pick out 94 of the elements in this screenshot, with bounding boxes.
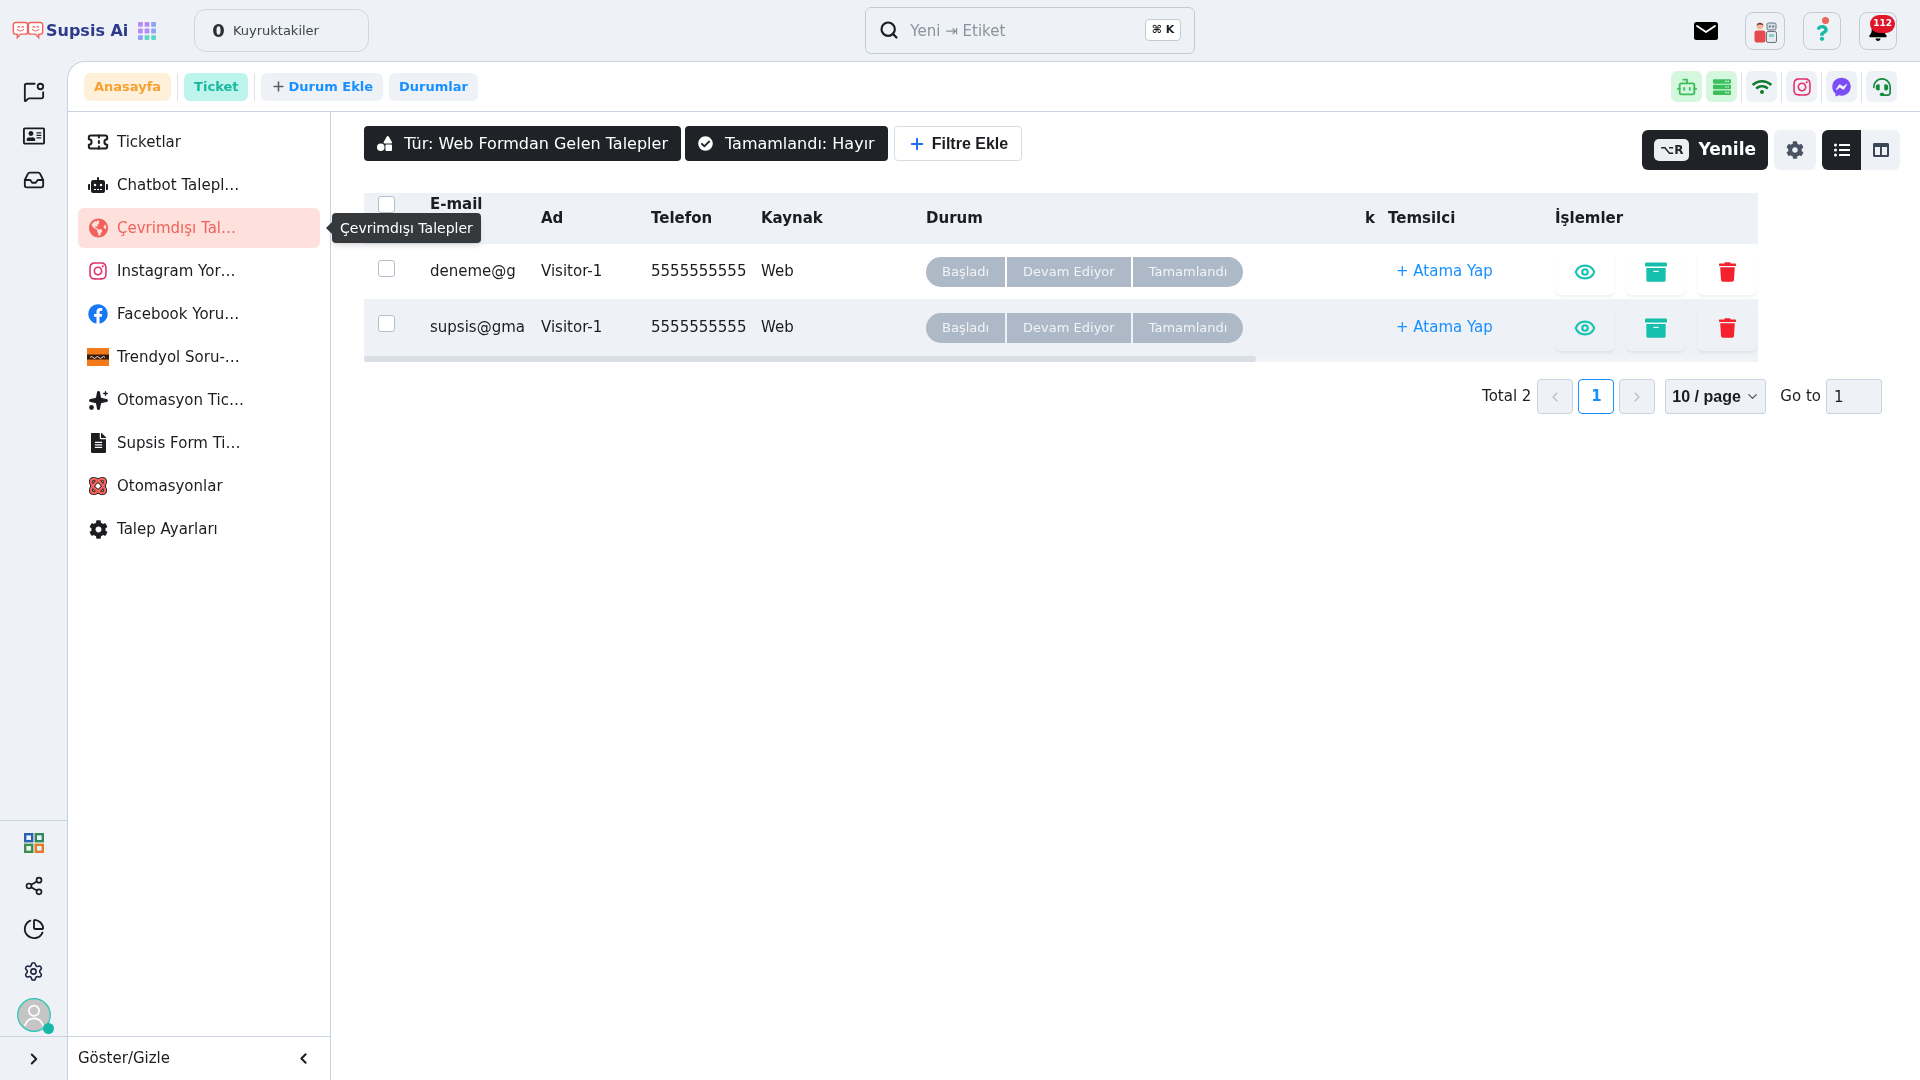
headset-icon [1872, 77, 1891, 96]
go-to-label: Go to [1780, 386, 1821, 408]
add-filter-button[interactable]: Filtre Ekle [893, 126, 1023, 161]
document-icon [90, 433, 106, 453]
table-cell-text: Visitor-1 [541, 261, 603, 283]
trash-icon [1718, 317, 1736, 338]
table-cell-text: 5555555555 [651, 261, 747, 283]
scrollbar-track[interactable] [364, 356, 1758, 362]
chat-bubble-icon[interactable] [22, 81, 45, 103]
sidebar-item[interactable]: Chatbot Talepl… [78, 165, 320, 205]
list-icon [1833, 142, 1850, 158]
channel-button[interactable] [1746, 71, 1777, 102]
table-cell-text: Web [761, 317, 794, 339]
channel-button[interactable] [1671, 71, 1702, 102]
trash-icon [1718, 261, 1736, 282]
channel-button[interactable] [1866, 71, 1897, 102]
column-header: Ad [541, 210, 564, 227]
share-icon[interactable] [23, 875, 44, 896]
messenger-icon [1832, 76, 1851, 97]
go-to-input[interactable]: 1 [1826, 379, 1882, 414]
sidebar-item[interactable]: Supsis Form Ti… [78, 423, 320, 463]
column-header: Telefon [651, 210, 713, 227]
brand-name: Supsis Ai [46, 19, 129, 42]
column-header: Durum [926, 210, 983, 227]
plus-icon [271, 79, 287, 94]
user-avatar-icon[interactable] [16, 997, 51, 1032]
app-grid-icon[interactable] [138, 21, 157, 40]
agents-button[interactable] [1745, 11, 1785, 50]
filter-chip[interactable]: Tamamlandı: Hayır [684, 126, 888, 161]
page-size-select[interactable]: 10 / page [1665, 379, 1767, 414]
scrollbar-thumb[interactable] [364, 356, 1257, 362]
sidebar-item[interactable]: Instagram Yor… [78, 251, 320, 291]
instagram-icon [1792, 76, 1811, 97]
show-hide-toggle[interactable]: Göster/Gizle [68, 1036, 330, 1080]
sidebar-item[interactable]: Otomasyon Tic… [78, 380, 320, 420]
inbox-icon[interactable] [22, 169, 45, 191]
checkbox[interactable] [378, 260, 395, 277]
question-mark-icon [1816, 24, 1828, 41]
archive-box-icon [1645, 260, 1667, 283]
shortcut-key: ⌥R [1654, 139, 1690, 161]
checkbox[interactable] [378, 196, 395, 213]
settings-icon [1786, 141, 1804, 159]
chat-bubbles-logo-icon [12, 19, 44, 42]
sidebar-item[interactable]: Talep Ayarları [78, 509, 320, 549]
column-header: k [1365, 210, 1375, 227]
sidebar-item[interactable]: Facebook Yoru… [78, 294, 320, 334]
sidebar-item[interactable]: Trendyol Soru-… [78, 337, 320, 377]
channel-button[interactable] [1706, 71, 1737, 102]
settings-icon [88, 519, 108, 539]
globe-icon [88, 218, 108, 238]
help-button[interactable] [1803, 11, 1841, 50]
instagram-icon [89, 261, 107, 281]
view-toggle[interactable] [1822, 130, 1861, 170]
channel-button[interactable] [1826, 71, 1857, 102]
pie-chart-icon[interactable] [22, 917, 45, 940]
queue-button[interactable]: 0 Kuyruktakiler [194, 9, 370, 52]
sparkle-icon [87, 389, 109, 411]
table-cell-text: 5555555555 [651, 317, 747, 339]
robot-icon [88, 177, 108, 193]
contact-card-icon[interactable] [22, 126, 45, 146]
search-icon [879, 20, 900, 40]
shortcut-key: ⌘ K [1144, 19, 1182, 41]
columns-icon [1872, 142, 1889, 158]
column-header: İşlemler [1555, 210, 1624, 227]
table-cell-text: Web [761, 261, 794, 283]
archive-box-icon [1645, 316, 1667, 339]
filter-chip[interactable]: Tür: Web Formdan Gelen Talepler [364, 126, 681, 161]
column-header: E-mail [430, 196, 483, 213]
notifications-button[interactable]: 112 [1859, 11, 1897, 50]
striped-tile-icon [87, 348, 109, 366]
facebook-icon [88, 304, 108, 324]
column-header: Kaynak [761, 210, 823, 227]
mail-icon[interactable] [1694, 21, 1718, 40]
server-icon [1712, 77, 1731, 96]
checkbox[interactable] [378, 315, 395, 332]
table-cell-text: supsis@gma [430, 317, 525, 339]
sidebar-item[interactable]: Otomasyonlar [78, 466, 320, 506]
table-cell-text: Visitor-1 [541, 317, 603, 339]
wifi-icon [1751, 78, 1772, 95]
online-status-icon [42, 1022, 54, 1034]
column-header: Temsilci [1388, 210, 1456, 227]
channel-button[interactable] [1786, 71, 1817, 102]
tooltip: Çevrimdışı Talepler [326, 213, 481, 243]
grid-squares-icon[interactable] [23, 832, 44, 853]
sidebar-item[interactable]: Ticketlar [78, 122, 320, 162]
crossed-loops-icon [88, 476, 108, 496]
refresh-button[interactable]: ⌥R Yenile [1642, 130, 1768, 170]
notification-badge: 112 [1870, 14, 1895, 33]
shapes-icon [377, 136, 392, 151]
view-toggle[interactable] [1861, 130, 1900, 170]
table-cell-text: deneme@g [430, 261, 516, 283]
settings-icon[interactable] [23, 961, 44, 982]
settings-button[interactable] [1774, 130, 1816, 170]
total-count: Total 2 [1482, 386, 1532, 408]
